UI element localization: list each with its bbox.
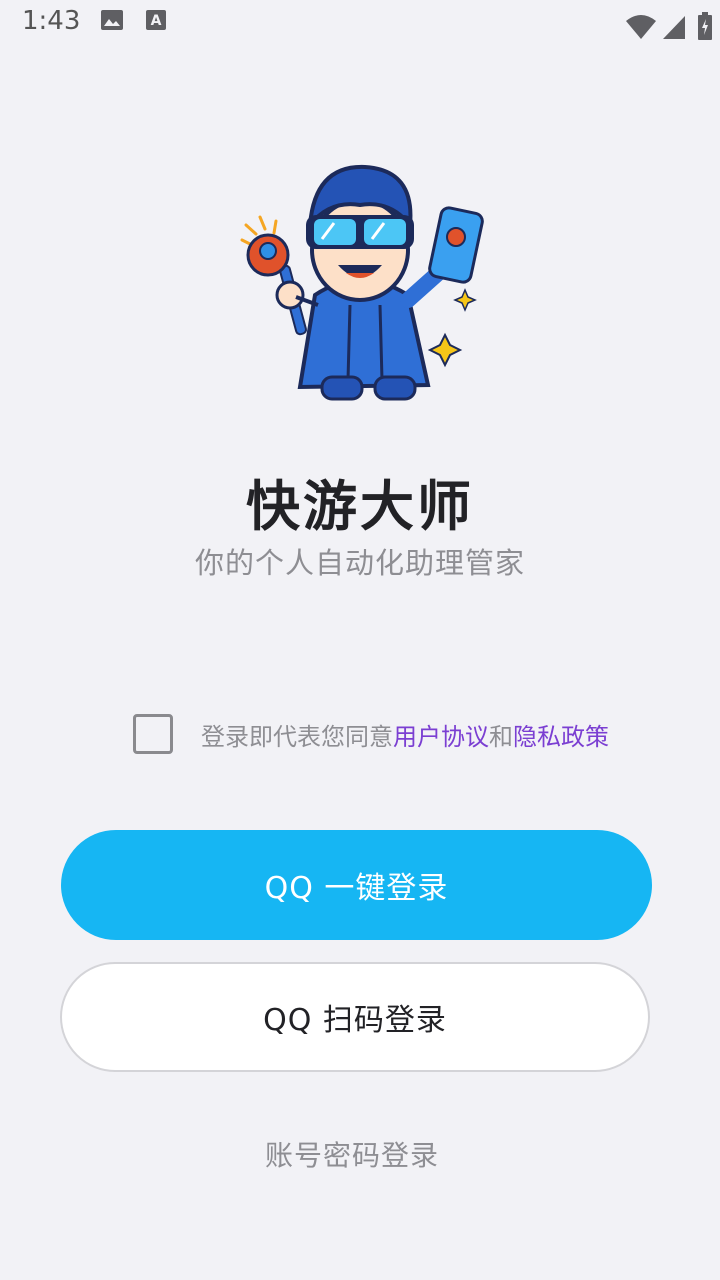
a-notification-icon: A (145, 8, 167, 39)
wifi-icon (625, 14, 657, 47)
agreement-text: 登录即代表您同意用户协议和隐私政策 (201, 717, 609, 752)
privacy-policy-link[interactable]: 隐私政策 (513, 723, 609, 751)
app-subtitle: 你的个人自动化助理管家 (194, 546, 525, 580)
app-title: 快游大师 (246, 475, 474, 538)
svg-text:A: A (151, 13, 162, 29)
agreement-and: 和 (489, 722, 513, 751)
agreement-checkbox[interactable] (133, 714, 173, 754)
qq-scan-login-button[interactable]: QQ 扫码登录 (60, 962, 650, 1072)
status-time: 1:43 (22, 6, 81, 36)
user-agreement-link[interactable]: 用户协议 (393, 723, 489, 751)
image-icon (100, 8, 124, 39)
battery-charging-icon (698, 12, 712, 47)
account-password-login-link[interactable]: 账号密码登录 (0, 1134, 704, 1174)
mascot-illustration (230, 155, 495, 405)
agreement-prefix: 登录即代表您同意 (201, 722, 393, 751)
status-bar: 1:43 A (0, 0, 720, 48)
agreement-row: 登录即代表您同意用户协议和隐私政策 (133, 712, 609, 756)
qq-one-click-login-button[interactable]: QQ 一键登录 (61, 830, 652, 940)
cell-signal-icon (662, 14, 686, 47)
